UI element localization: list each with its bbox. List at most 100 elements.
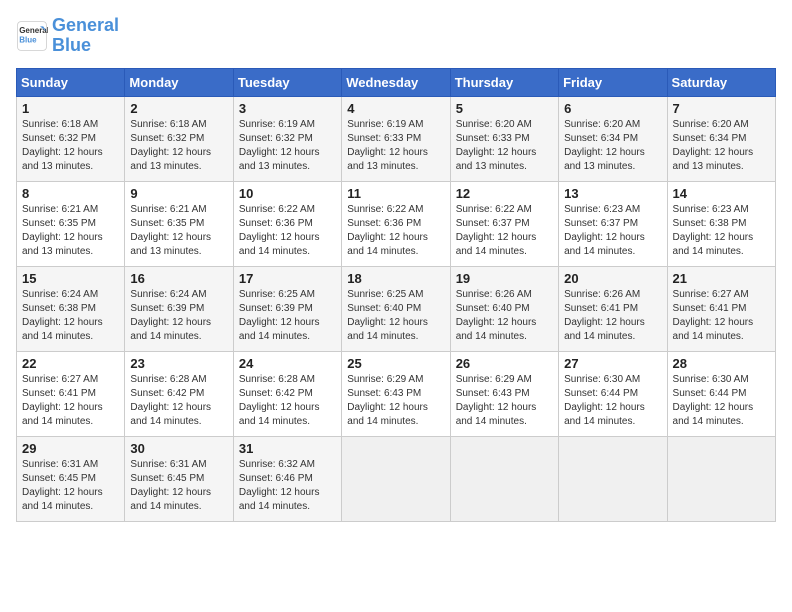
day-info: Sunrise: 6:26 AM Sunset: 6:40 PM Dayligh… <box>456 288 553 344</box>
day-number: 7 <box>673 101 770 116</box>
day-number: 5 <box>456 101 553 116</box>
calendar-row: 29 Sunrise: 6:31 AM Sunset: 6:45 PM Dayl… <box>17 436 776 521</box>
day-number: 17 <box>239 271 336 286</box>
calendar-cell: 6 Sunrise: 6:20 AM Sunset: 6:34 PM Dayli… <box>559 96 667 181</box>
logo: General Blue General Blue <box>16 16 119 56</box>
day-number: 20 <box>564 271 661 286</box>
calendar-cell: 4 Sunrise: 6:19 AM Sunset: 6:33 PM Dayli… <box>342 96 450 181</box>
header-monday: Monday <box>125 68 233 96</box>
day-number: 13 <box>564 186 661 201</box>
calendar-cell: 5 Sunrise: 6:20 AM Sunset: 6:33 PM Dayli… <box>450 96 558 181</box>
calendar-cell: 3 Sunrise: 6:19 AM Sunset: 6:32 PM Dayli… <box>233 96 341 181</box>
day-info: Sunrise: 6:23 AM Sunset: 6:38 PM Dayligh… <box>673 203 770 259</box>
calendar-cell: 8 Sunrise: 6:21 AM Sunset: 6:35 PM Dayli… <box>17 181 125 266</box>
calendar-row: 8 Sunrise: 6:21 AM Sunset: 6:35 PM Dayli… <box>17 181 776 266</box>
day-number: 9 <box>130 186 227 201</box>
day-number: 24 <box>239 356 336 371</box>
day-number: 1 <box>22 101 119 116</box>
day-info: Sunrise: 6:26 AM Sunset: 6:41 PM Dayligh… <box>564 288 661 344</box>
day-info: Sunrise: 6:18 AM Sunset: 6:32 PM Dayligh… <box>22 118 119 174</box>
calendar-cell: 28 Sunrise: 6:30 AM Sunset: 6:44 PM Dayl… <box>667 351 775 436</box>
logo-text-line2: Blue <box>52 36 119 56</box>
day-number: 11 <box>347 186 444 201</box>
day-info: Sunrise: 6:27 AM Sunset: 6:41 PM Dayligh… <box>673 288 770 344</box>
day-number: 29 <box>22 441 119 456</box>
header-friday: Friday <box>559 68 667 96</box>
day-number: 15 <box>22 271 119 286</box>
day-info: Sunrise: 6:25 AM Sunset: 6:39 PM Dayligh… <box>239 288 336 344</box>
calendar-cell <box>667 436 775 521</box>
logo-icon: General Blue <box>16 20 48 52</box>
header-wednesday: Wednesday <box>342 68 450 96</box>
day-info: Sunrise: 6:21 AM Sunset: 6:35 PM Dayligh… <box>130 203 227 259</box>
calendar-cell: 12 Sunrise: 6:22 AM Sunset: 6:37 PM Dayl… <box>450 181 558 266</box>
calendar-header: Sunday Monday Tuesday Wednesday Thursday… <box>17 68 776 96</box>
calendar-cell: 14 Sunrise: 6:23 AM Sunset: 6:38 PM Dayl… <box>667 181 775 266</box>
calendar-row: 1 Sunrise: 6:18 AM Sunset: 6:32 PM Dayli… <box>17 96 776 181</box>
calendar-cell <box>559 436 667 521</box>
day-number: 31 <box>239 441 336 456</box>
day-info: Sunrise: 6:20 AM Sunset: 6:34 PM Dayligh… <box>564 118 661 174</box>
day-number: 22 <box>22 356 119 371</box>
day-info: Sunrise: 6:22 AM Sunset: 6:36 PM Dayligh… <box>239 203 336 259</box>
day-number: 4 <box>347 101 444 116</box>
day-info: Sunrise: 6:20 AM Sunset: 6:34 PM Dayligh… <box>673 118 770 174</box>
day-number: 27 <box>564 356 661 371</box>
calendar-row: 22 Sunrise: 6:27 AM Sunset: 6:41 PM Dayl… <box>17 351 776 436</box>
calendar-cell: 15 Sunrise: 6:24 AM Sunset: 6:38 PM Dayl… <box>17 266 125 351</box>
day-info: Sunrise: 6:30 AM Sunset: 6:44 PM Dayligh… <box>564 373 661 429</box>
day-number: 23 <box>130 356 227 371</box>
header-sunday: Sunday <box>17 68 125 96</box>
day-number: 26 <box>456 356 553 371</box>
day-number: 30 <box>130 441 227 456</box>
day-number: 16 <box>130 271 227 286</box>
header-saturday: Saturday <box>667 68 775 96</box>
day-info: Sunrise: 6:21 AM Sunset: 6:35 PM Dayligh… <box>22 203 119 259</box>
day-number: 3 <box>239 101 336 116</box>
calendar-cell: 31 Sunrise: 6:32 AM Sunset: 6:46 PM Dayl… <box>233 436 341 521</box>
calendar-cell <box>342 436 450 521</box>
calendar-cell: 18 Sunrise: 6:25 AM Sunset: 6:40 PM Dayl… <box>342 266 450 351</box>
logo-text-line1: General <box>52 16 119 36</box>
calendar-cell: 20 Sunrise: 6:26 AM Sunset: 6:41 PM Dayl… <box>559 266 667 351</box>
calendar-cell: 16 Sunrise: 6:24 AM Sunset: 6:39 PM Dayl… <box>125 266 233 351</box>
day-info: Sunrise: 6:19 AM Sunset: 6:32 PM Dayligh… <box>239 118 336 174</box>
calendar-body: 1 Sunrise: 6:18 AM Sunset: 6:32 PM Dayli… <box>17 96 776 521</box>
day-number: 2 <box>130 101 227 116</box>
calendar-cell: 9 Sunrise: 6:21 AM Sunset: 6:35 PM Dayli… <box>125 181 233 266</box>
day-info: Sunrise: 6:19 AM Sunset: 6:33 PM Dayligh… <box>347 118 444 174</box>
calendar-cell: 27 Sunrise: 6:30 AM Sunset: 6:44 PM Dayl… <box>559 351 667 436</box>
calendar-cell: 2 Sunrise: 6:18 AM Sunset: 6:32 PM Dayli… <box>125 96 233 181</box>
calendar-cell: 17 Sunrise: 6:25 AM Sunset: 6:39 PM Dayl… <box>233 266 341 351</box>
day-info: Sunrise: 6:30 AM Sunset: 6:44 PM Dayligh… <box>673 373 770 429</box>
day-info: Sunrise: 6:22 AM Sunset: 6:37 PM Dayligh… <box>456 203 553 259</box>
calendar-row: 15 Sunrise: 6:24 AM Sunset: 6:38 PM Dayl… <box>17 266 776 351</box>
day-number: 12 <box>456 186 553 201</box>
day-number: 25 <box>347 356 444 371</box>
calendar-cell: 26 Sunrise: 6:29 AM Sunset: 6:43 PM Dayl… <box>450 351 558 436</box>
day-info: Sunrise: 6:29 AM Sunset: 6:43 PM Dayligh… <box>347 373 444 429</box>
header-thursday: Thursday <box>450 68 558 96</box>
day-info: Sunrise: 6:28 AM Sunset: 6:42 PM Dayligh… <box>130 373 227 429</box>
day-info: Sunrise: 6:24 AM Sunset: 6:38 PM Dayligh… <box>22 288 119 344</box>
page-header: General Blue General Blue <box>16 16 776 56</box>
calendar-cell: 11 Sunrise: 6:22 AM Sunset: 6:36 PM Dayl… <box>342 181 450 266</box>
day-number: 10 <box>239 186 336 201</box>
day-info: Sunrise: 6:32 AM Sunset: 6:46 PM Dayligh… <box>239 458 336 514</box>
calendar-cell: 7 Sunrise: 6:20 AM Sunset: 6:34 PM Dayli… <box>667 96 775 181</box>
day-number: 14 <box>673 186 770 201</box>
header-row: Sunday Monday Tuesday Wednesday Thursday… <box>17 68 776 96</box>
day-info: Sunrise: 6:31 AM Sunset: 6:45 PM Dayligh… <box>22 458 119 514</box>
header-tuesday: Tuesday <box>233 68 341 96</box>
day-info: Sunrise: 6:28 AM Sunset: 6:42 PM Dayligh… <box>239 373 336 429</box>
calendar-cell: 19 Sunrise: 6:26 AM Sunset: 6:40 PM Dayl… <box>450 266 558 351</box>
day-number: 28 <box>673 356 770 371</box>
calendar-table: Sunday Monday Tuesday Wednesday Thursday… <box>16 68 776 522</box>
svg-text:Blue: Blue <box>19 35 37 44</box>
calendar-cell: 10 Sunrise: 6:22 AM Sunset: 6:36 PM Dayl… <box>233 181 341 266</box>
day-info: Sunrise: 6:29 AM Sunset: 6:43 PM Dayligh… <box>456 373 553 429</box>
day-number: 21 <box>673 271 770 286</box>
calendar-cell: 24 Sunrise: 6:28 AM Sunset: 6:42 PM Dayl… <box>233 351 341 436</box>
day-number: 19 <box>456 271 553 286</box>
day-number: 8 <box>22 186 119 201</box>
